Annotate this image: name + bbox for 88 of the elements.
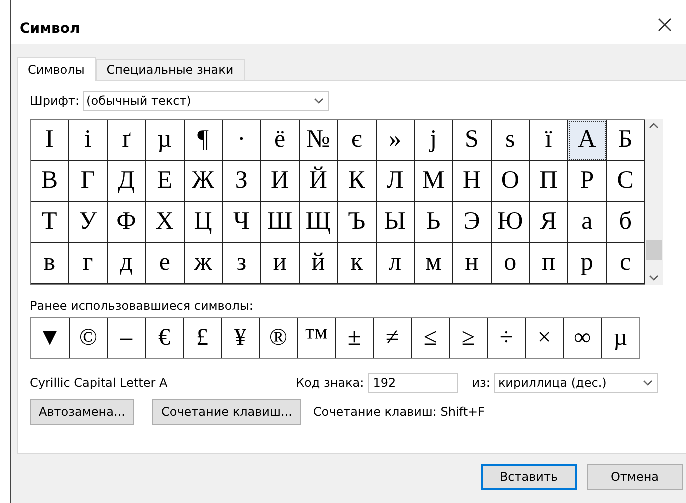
symbol-cell[interactable]: С (606, 161, 646, 202)
symbol-cell[interactable]: · (222, 120, 262, 161)
symbol-cell[interactable]: К (338, 161, 377, 202)
symbol-cell[interactable]: µ (146, 120, 185, 161)
chevron-down-icon (314, 98, 324, 104)
symbol-cell[interactable]: З (222, 161, 262, 202)
symbol-cell[interactable]: Д (108, 161, 146, 202)
window-title: Символ (20, 20, 80, 37)
font-label: Шрифт: (30, 94, 80, 108)
symbol-cell[interactable]: А (568, 120, 607, 161)
symbol-cell[interactable]: В (31, 161, 70, 202)
symbol-cell[interactable]: № (300, 120, 338, 161)
symbol-cell[interactable]: О (492, 161, 530, 202)
symbol-cell[interactable]: ж (184, 243, 223, 284)
symbol-cell[interactable]: » (376, 120, 415, 161)
symbol-cell[interactable]: Щ (300, 202, 338, 243)
symbol-cell[interactable]: П (530, 161, 568, 202)
from-label: из: (472, 376, 490, 390)
symbol-cell[interactable]: Ъ (338, 202, 377, 243)
symbol-cell[interactable]: Ж (184, 161, 223, 202)
dialog-button[interactable]: Сочетание клавиш... (152, 399, 302, 425)
symbol-cell[interactable]: Ц (184, 202, 223, 243)
symbol-cell[interactable]: з (222, 243, 262, 284)
symbol-cell[interactable]: Л (376, 161, 415, 202)
dialog-button[interactable]: Отмена (587, 464, 683, 490)
symbol-cell[interactable]: ё (261, 120, 300, 161)
tab[interactable]: Символы (17, 57, 96, 81)
symbol-cell[interactable]: Ѕ (453, 120, 492, 161)
symbol-cell[interactable]: р (568, 243, 607, 284)
symbol-cell[interactable]: И (261, 161, 300, 202)
symbol-cell[interactable]: л (376, 243, 415, 284)
symbol-cell[interactable]: Й (300, 161, 338, 202)
symbol-cell[interactable]: и (261, 243, 300, 284)
symbol-cell[interactable]: о (492, 243, 530, 284)
tab[interactable]: Специальные знаки (96, 59, 245, 80)
symbol-cell[interactable]: Т (31, 202, 70, 243)
symbol-cell[interactable]: Х (146, 202, 185, 243)
symbol-cell[interactable]: М (414, 161, 454, 202)
chevron-down-icon (643, 380, 654, 386)
font-dropdown[interactable]: (обычный текст) (82, 91, 329, 111)
shortcut-text: Сочетание клавиш: Shift+F (313, 405, 485, 419)
character-name: Cyrillic Capital Letter A (30, 376, 169, 390)
scroll-up-icon (649, 123, 660, 129)
dialog-button[interactable]: Вставить (481, 464, 577, 490)
symbol-cell[interactable]: Н (453, 161, 492, 202)
symbol-cell[interactable]: Ш (261, 202, 300, 243)
symbol-cell[interactable]: Я (530, 202, 568, 243)
dialog-button[interactable]: Автозамена... (30, 399, 134, 425)
scroll-down-icon (649, 275, 660, 281)
close-icon[interactable] (658, 18, 672, 32)
symbol-cell[interactable]: г (69, 243, 108, 284)
symbol-cell[interactable]: Б (606, 120, 646, 161)
symbol-cell[interactable]: п (530, 243, 568, 284)
symbol-cell[interactable]: й (300, 243, 338, 284)
symbol-cell[interactable]: с (606, 243, 646, 284)
symbol-cell[interactable]: Г (69, 161, 108, 202)
symbol-cell[interactable]: ґ (108, 120, 146, 161)
symbol-cell[interactable]: ї (530, 120, 568, 161)
code-field[interactable]: 192 (368, 373, 458, 393)
scrollbar[interactable] (645, 119, 664, 285)
symbol-cell[interactable]: Ы (376, 202, 415, 243)
recent-label: Ранее использовавшиеся символы: (30, 299, 254, 313)
symbol-cell[interactable]: і (69, 120, 108, 161)
encoding-dropdown[interactable]: кириллица (дес.) (494, 373, 658, 393)
code-label: Код знака: (296, 376, 364, 390)
symbol-cell[interactable]: Ю (492, 202, 530, 243)
symbol-cell[interactable]: ѕ (492, 120, 530, 161)
symbol-cell[interactable]: е (146, 243, 185, 284)
symbol-cell[interactable]: Ф (108, 202, 146, 243)
symbol-cell[interactable]: І (31, 120, 70, 161)
symbol-cell[interactable]: ј (414, 120, 454, 161)
symbol-cell[interactable]: к (338, 243, 377, 284)
symbol-cell[interactable]: У (69, 202, 108, 243)
symbol-cell[interactable]: д (108, 243, 146, 284)
symbol-cell[interactable]: в (31, 243, 70, 284)
recent-symbol[interactable]: ▼ (31, 318, 69, 358)
symbol-cell[interactable]: Ь (414, 202, 454, 243)
scrollbar-thumb[interactable] (646, 240, 662, 260)
symbol-cell[interactable]: Е (146, 161, 185, 202)
symbol-cell[interactable]: б (606, 202, 646, 243)
symbol-cell[interactable]: Р (568, 161, 607, 202)
symbol-cell[interactable]: м (414, 243, 454, 284)
symbol-cell[interactable]: ¶ (184, 120, 223, 161)
symbol-cell[interactable]: є (338, 120, 377, 161)
symbol-cell[interactable]: н (453, 243, 492, 284)
symbol-cell[interactable]: Э (453, 202, 492, 243)
symbol-cell[interactable]: а (568, 202, 607, 243)
symbol-cell[interactable]: Ч (222, 202, 262, 243)
